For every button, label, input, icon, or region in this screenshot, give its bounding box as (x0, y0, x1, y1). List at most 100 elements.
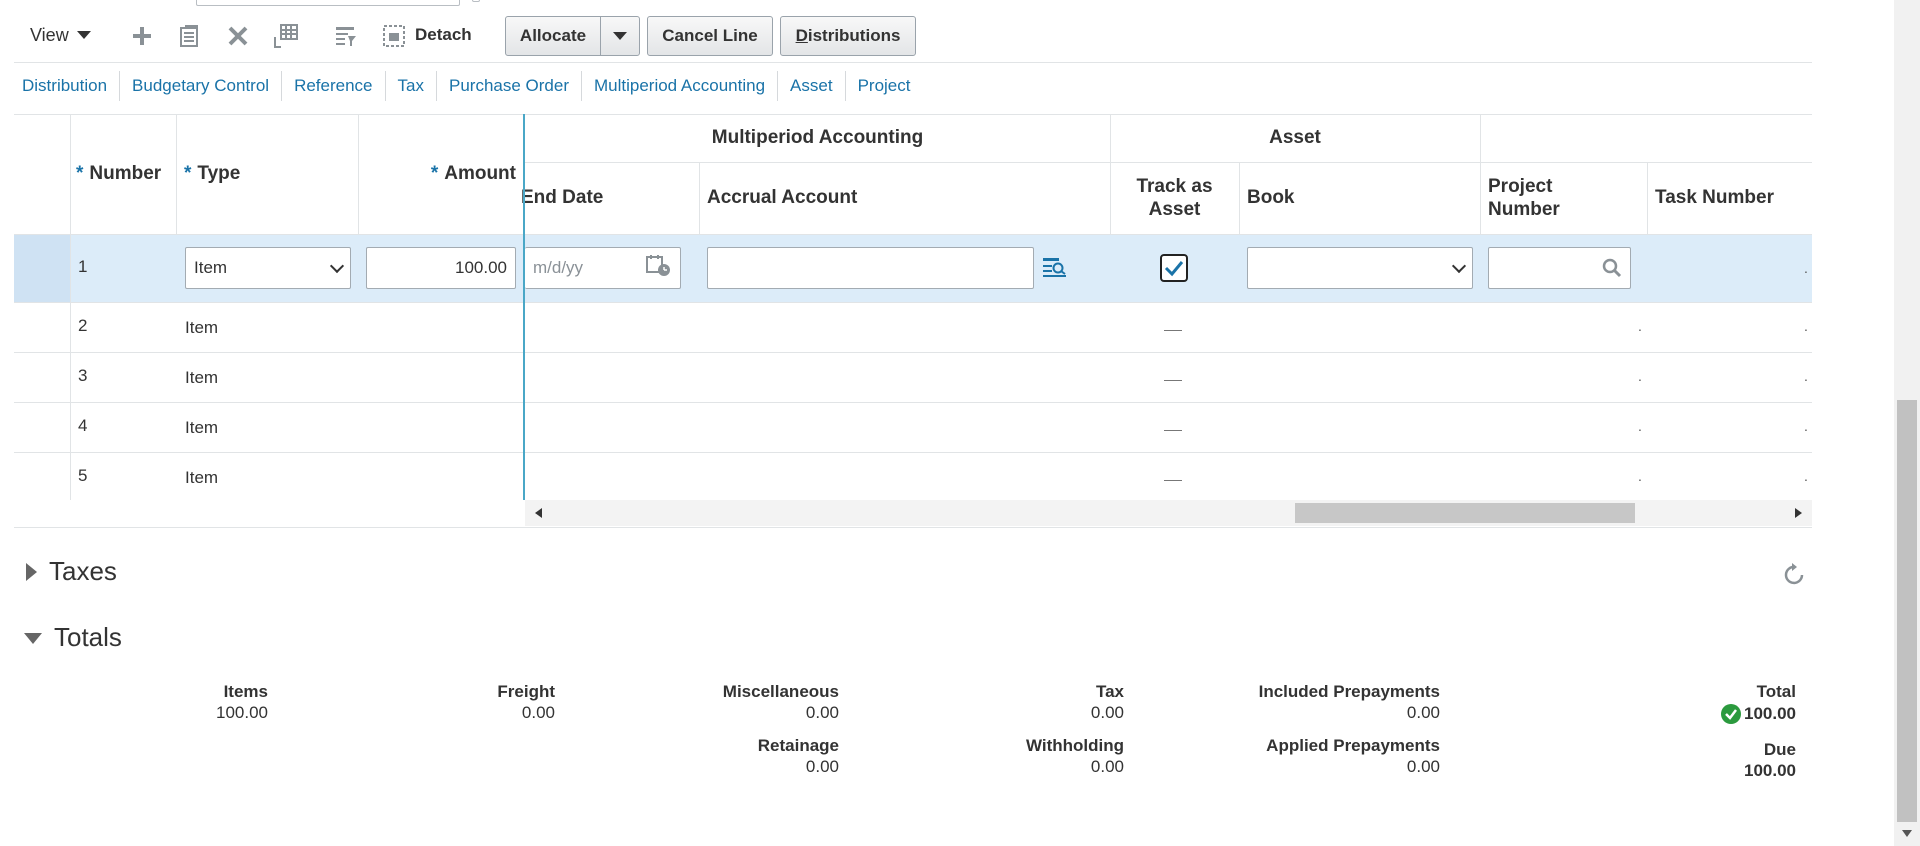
scroll-down-icon[interactable] (1902, 830, 1912, 837)
project-number-input[interactable] (1488, 247, 1631, 289)
calendar-icon[interactable] (646, 254, 672, 283)
column-header-task-number[interactable]: Task Number (1655, 162, 1812, 234)
frozen-column-divider (523, 114, 525, 500)
allocate-menu-button[interactable] (601, 17, 639, 55)
column-divider (70, 114, 71, 500)
total-total-label: Total (1756, 682, 1796, 701)
search-icon[interactable] (1602, 258, 1622, 278)
total-items: Items 100.00 (216, 682, 268, 723)
total-total-value: 100.00 (1744, 704, 1796, 723)
group-header-asset: Asset (1269, 127, 1321, 148)
allocate-button[interactable]: Allocate (506, 17, 601, 55)
column-header-amount-label: Amount (444, 163, 516, 184)
column-header-project-number-line1: Project (1488, 176, 1553, 197)
chevron-down-icon (329, 258, 345, 273)
refresh-icon[interactable] (1782, 562, 1808, 588)
column-header-project-number[interactable]: Project Number (1488, 162, 1647, 234)
column-header-accrual-account[interactable]: Accrual Account (707, 162, 1107, 234)
page-vertical-scrollbar[interactable] (1894, 0, 1920, 846)
column-header-amount[interactable]: * Amount (358, 114, 516, 234)
total-included-prepayments-label: Included Prepayments (1258, 682, 1440, 701)
taxes-section-title: Taxes (49, 556, 117, 586)
row-number: 5 (78, 466, 88, 485)
row-number: 1 (78, 257, 88, 276)
tab-purchase-order[interactable]: Purchase Order (437, 71, 582, 101)
checkmark-icon (1164, 261, 1184, 277)
end-date-input[interactable]: m/d/yy (525, 247, 681, 289)
column-header-type[interactable]: * Type (184, 114, 358, 234)
search-field-partial[interactable] (196, 0, 460, 6)
row-selector-gutter[interactable] (14, 234, 70, 302)
total-freight: Freight 0.00 (497, 682, 555, 723)
scroll-right-icon[interactable] (1795, 508, 1802, 518)
total-retainage: Retainage 0.00 (758, 736, 839, 777)
tab-budgetary-control[interactable]: Budgetary Control (120, 71, 283, 101)
row-divider (14, 452, 1812, 453)
column-header-track-as-asset-line2: Asset (1148, 199, 1201, 220)
column-header-number[interactable]: * Number (76, 114, 176, 234)
total-applied-prepayments-value: 0.00 (1406, 757, 1440, 776)
total-withholding-value: 0.00 (1090, 757, 1124, 776)
accrual-account-input[interactable] (707, 247, 1034, 289)
task-number-truncated: . (1804, 418, 1808, 434)
column-header-end-date[interactable]: End Date (521, 162, 691, 234)
add-icon[interactable] (128, 22, 156, 50)
total-withholding-label: Withholding (1025, 736, 1124, 755)
view-menu[interactable]: View (30, 22, 91, 48)
total-tax-value: 0.00 (1090, 703, 1124, 722)
duplicate-icon[interactable] (176, 22, 204, 50)
type-select-value: Item (194, 258, 228, 277)
table-horizontal-scrollbar[interactable] (525, 500, 1812, 526)
total-retainage-value: 0.00 (805, 757, 839, 776)
task-number-truncated: . (1804, 318, 1808, 334)
field-help-icon (472, 0, 480, 2)
detach-button[interactable]: Detach (415, 25, 472, 45)
scroll-left-icon[interactable] (535, 508, 542, 518)
tab-reference[interactable]: Reference (282, 71, 386, 101)
view-menu-label: View (30, 24, 69, 45)
total-retainage-label: Retainage (757, 736, 839, 755)
split-icon[interactable] (272, 22, 300, 50)
column-header-number-label: Number (89, 163, 162, 184)
total-items-label: Items (223, 682, 268, 701)
total-due: Due 100.00 (1744, 740, 1796, 781)
track-as-asset-checkbox[interactable] (1160, 254, 1188, 282)
tab-asset[interactable]: Asset (778, 71, 846, 101)
book-select[interactable] (1247, 247, 1473, 289)
total-total-value-row: 100.00 (1720, 703, 1796, 725)
type-select[interactable]: Item (185, 247, 351, 289)
account-selector-icon[interactable] (1042, 256, 1068, 282)
detach-icon[interactable] (380, 22, 408, 50)
project-number-truncated: . (1638, 418, 1642, 434)
total-included-prepayments-value: 0.00 (1406, 703, 1440, 722)
scrollbar-thumb[interactable] (1295, 503, 1635, 523)
amount-input[interactable]: 100.00 (366, 247, 516, 289)
tab-project[interactable]: Project (846, 71, 923, 101)
total-items-value: 100.00 (216, 703, 268, 722)
row-divider (14, 402, 1812, 403)
delete-icon[interactable] (224, 22, 252, 50)
cancel-line-button[interactable]: Cancel Line (647, 16, 773, 56)
scrollbar-thumb[interactable] (1897, 400, 1917, 822)
column-header-track-as-asset[interactable]: Track as Asset (1110, 162, 1239, 234)
column-divider (1480, 114, 1481, 234)
query-by-example-icon[interactable] (332, 22, 360, 50)
taxes-section-header[interactable]: Taxes (26, 556, 117, 587)
total-applied-prepayments-label: Applied Prepayments (1266, 736, 1440, 755)
row-type: Item (185, 468, 219, 487)
required-indicator: * (430, 163, 439, 184)
track-as-asset-readonly (1164, 430, 1182, 431)
task-number-truncated: . (1804, 260, 1808, 276)
column-header-book[interactable]: Book (1247, 162, 1477, 234)
row-type: Item (185, 318, 219, 337)
chevron-down-icon (1451, 258, 1467, 273)
totals-section-header[interactable]: Totals (24, 622, 122, 653)
tab-tax[interactable]: Tax (386, 71, 437, 101)
total-miscellaneous: Miscellaneous 0.00 (723, 682, 839, 723)
totals-section-title: Totals (54, 622, 122, 652)
row-number: 4 (78, 416, 88, 435)
tab-distribution[interactable]: Distribution (10, 71, 121, 101)
tab-multiperiod-accounting[interactable]: Multiperiod Accounting (582, 71, 779, 101)
chevron-down-icon (76, 31, 91, 39)
distributions-button[interactable]: Distributions (780, 16, 916, 56)
